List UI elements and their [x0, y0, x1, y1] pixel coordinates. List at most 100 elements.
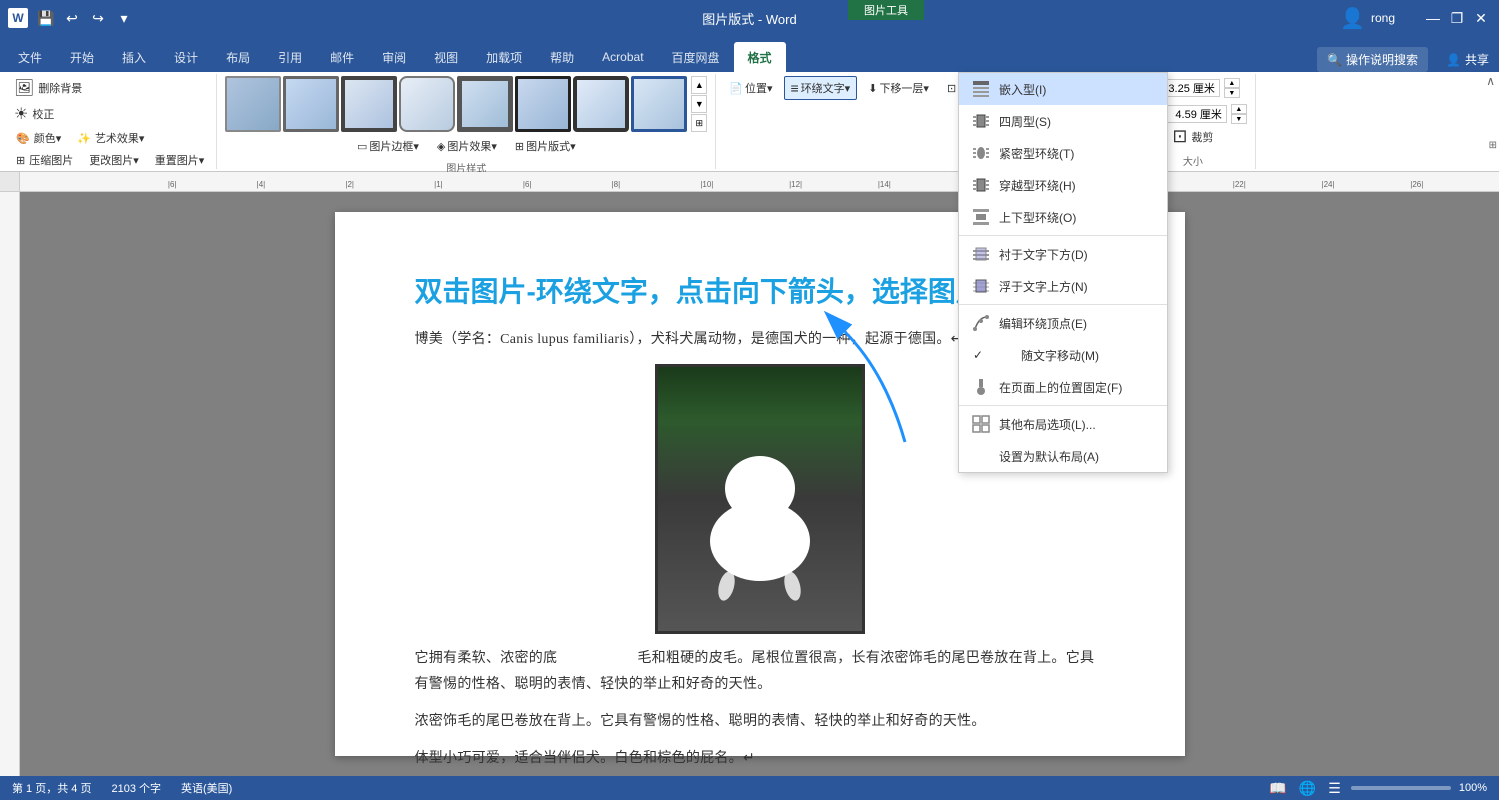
collapse-ribbon-btn[interactable]: ∧ — [1486, 74, 1495, 88]
menu-front[interactable]: 浮于文字上方(N) — [959, 270, 1167, 302]
edit-points-label: 编辑环绕顶点(E) — [999, 315, 1155, 332]
crop-btn[interactable]: ⊡ 裁剪 — [1168, 124, 1217, 149]
width-up-btn[interactable]: ▲ — [1231, 104, 1247, 114]
height-up-btn[interactable]: ▲ — [1224, 78, 1240, 88]
artistic-btn[interactable]: ✨ 艺术效果▾ — [71, 128, 150, 148]
paragraph-3[interactable]: 浓密饰毛的尾巴卷放在背上。它具有警惕的性格、聪明的表情、轻快的举止和好奇的天性。 — [415, 709, 1105, 734]
width-down-btn[interactable]: ▼ — [1231, 114, 1247, 124]
minimize-btn[interactable]: — — [1423, 8, 1443, 28]
tab-file[interactable]: 文件 — [4, 42, 56, 72]
style-6[interactable] — [515, 76, 571, 132]
ruler-mark-10: |14| — [878, 180, 891, 189]
print-view-btn[interactable]: 📖 — [1267, 778, 1288, 799]
pic-border-icon: ▭ — [357, 140, 367, 153]
styles-controls: ▭ 图片边框▾ ◈ 图片效果▾ ⊞ 图片版式▾ — [350, 134, 583, 158]
height-spinners: ▲ ▼ — [1224, 78, 1240, 98]
style-4[interactable] — [399, 76, 455, 132]
menu-set-default[interactable]: 设置为默认布局(A) — [959, 440, 1167, 472]
paragraph-4[interactable]: 体型小巧可爱，适合当伴侣犬。白色和棕色的屁名。↵ — [415, 746, 1105, 771]
menu-behind[interactable]: 衬于文字下方(D) — [959, 238, 1167, 270]
menu-move-with-text[interactable]: ✓ 随文字移动(M) — [959, 339, 1167, 371]
save-quick-btn[interactable]: 💾 — [36, 8, 56, 28]
gallery-scroll-down[interactable]: ▼ — [691, 95, 707, 113]
search-label: 操作说明搜索 — [1346, 51, 1418, 68]
ruler-mark-8: |12| — [789, 180, 802, 189]
tab-design[interactable]: 设计 — [160, 42, 212, 72]
pic-border-btn[interactable]: ▭ 图片边框▾ — [350, 134, 426, 158]
more-layout-label: 其他布局选项(L)... — [999, 416, 1155, 433]
style-5[interactable] — [457, 76, 513, 132]
pic-layout-btn[interactable]: ⊞ 图片版式▾ — [508, 134, 583, 158]
set-default-label: 设置为默认布局(A) — [999, 448, 1155, 465]
tab-mail[interactable]: 邮件 — [316, 42, 368, 72]
close-btn[interactable]: ✕ — [1471, 8, 1491, 28]
menu-fix-position[interactable]: 在页面上的位置固定(F) — [959, 371, 1167, 403]
style-1[interactable] — [225, 76, 281, 132]
send-back-label: 下移一层▾ — [879, 80, 929, 96]
outline-view-btn[interactable]: ☰ — [1326, 778, 1343, 799]
gallery-expand[interactable]: ⊞ — [691, 114, 707, 132]
paragraph-2[interactable]: 它拥有柔软、浓密的底毛和粗硬的皮毛。尾根位置很高，长有浓密饰毛的尾巴卷放在背上。… — [415, 646, 1105, 696]
move-with-text-icon — [993, 345, 1013, 365]
document-area[interactable]: 双击图片-环绕文字，点击向下箭头，选择图片的版式 博美（学名：Canis lup… — [20, 192, 1499, 776]
menu-edit-points[interactable]: 编辑环绕顶点(E) — [959, 307, 1167, 339]
menu-topbottom[interactable]: 上下型环绕(O) — [959, 201, 1167, 233]
color-btn[interactable]: 🎨 颜色▾ — [10, 128, 67, 148]
share-btn[interactable]: 👤 共享 — [1436, 47, 1499, 72]
artistic-icon: ✨ — [77, 132, 91, 145]
size-expand-btn[interactable]: ⊞ — [1489, 140, 1497, 151]
horizontal-ruler: |6| |4| |2| |1| |6| |8| |10| |12| |14| |… — [20, 172, 1499, 191]
vertical-ruler — [0, 192, 20, 776]
tab-layout[interactable]: 布局 — [212, 42, 264, 72]
tab-review[interactable]: 审阅 — [368, 42, 420, 72]
compress-btn[interactable]: ⊞ 压缩图片 — [10, 150, 79, 170]
change-pic-btn[interactable]: 更改图片▾ — [83, 150, 145, 170]
tab-help[interactable]: 帮助 — [536, 42, 588, 72]
wrap-text-btn[interactable]: ≡ 环绕文字▾ — [784, 76, 858, 100]
search-bar[interactable]: 🔍 操作说明搜索 — [1317, 47, 1428, 72]
share-label: 共享 — [1465, 51, 1489, 68]
menu-through[interactable]: 穿越型环绕(H) — [959, 169, 1167, 201]
user-area[interactable]: 👤 rong — [1340, 6, 1395, 31]
height-down-btn[interactable]: ▼ — [1224, 88, 1240, 98]
window-title: 图片版式 - Word — [702, 9, 796, 28]
ribbon-tabs-bar: 文件 开始 插入 设计 布局 引用 邮件 审阅 视图 加载项 帮助 Acroba… — [0, 36, 1499, 72]
tab-view[interactable]: 视图 — [420, 42, 472, 72]
corrections-btn[interactable]: ☀ 校正 — [10, 102, 58, 126]
tab-format[interactable]: 格式 — [734, 42, 786, 72]
style-8[interactable] — [631, 76, 687, 132]
front-label: 浮于文字上方(N) — [999, 278, 1155, 295]
menu-tight[interactable]: 紧密型环绕(T) — [959, 137, 1167, 169]
pic-layout-label: 图片版式▾ — [526, 138, 576, 154]
tab-addins[interactable]: 加载项 — [472, 42, 536, 72]
menu-embed[interactable]: 嵌入型(I) — [959, 73, 1167, 105]
behind-icon — [971, 244, 991, 264]
menu-more-layout[interactable]: 其他布局选项(L)... — [959, 408, 1167, 440]
remove-bg-btn[interactable]: 🖼 删除背景 — [10, 76, 86, 100]
style-3[interactable] — [341, 76, 397, 132]
quick-access-dropdown[interactable]: ▾ — [114, 8, 134, 28]
set-default-icon — [971, 446, 991, 466]
tab-reference[interactable]: 引用 — [264, 42, 316, 72]
tab-home[interactable]: 开始 — [56, 42, 108, 72]
style-7[interactable] — [573, 76, 629, 132]
dog-image[interactable] — [655, 364, 865, 634]
ruler-mark-4: |8| — [612, 180, 621, 189]
menu-square[interactable]: 四周型(S) — [959, 105, 1167, 137]
color-icon: 🎨 — [16, 132, 30, 145]
reset-pic-btn[interactable]: 重置图片▾ — [149, 150, 211, 170]
style-2[interactable] — [283, 76, 339, 132]
tab-baidu[interactable]: 百度网盘 — [658, 42, 734, 72]
send-back-btn[interactable]: ⬇ 下移一层▾ — [861, 76, 936, 100]
undo-quick-btn[interactable]: ↩ — [62, 8, 82, 28]
gallery-scroll-up[interactable]: ▲ — [691, 76, 707, 94]
position-btn[interactable]: 📄 位置▾ — [722, 76, 779, 100]
tab-insert[interactable]: 插入 — [108, 42, 160, 72]
title-bar: W 💾 ↩ ↪ ▾ 图片版式 - Word 图片工具 👤 rong — ❐ ✕ — [0, 0, 1499, 36]
zoom-slider[interactable] — [1351, 786, 1451, 790]
web-view-btn[interactable]: 🌐 — [1297, 778, 1318, 799]
pic-effect-btn[interactable]: ◈ 图片效果▾ — [430, 134, 504, 158]
restore-btn[interactable]: ❐ — [1447, 8, 1467, 28]
redo-quick-btn[interactable]: ↪ — [88, 8, 108, 28]
tab-acrobat[interactable]: Acrobat — [588, 42, 657, 72]
